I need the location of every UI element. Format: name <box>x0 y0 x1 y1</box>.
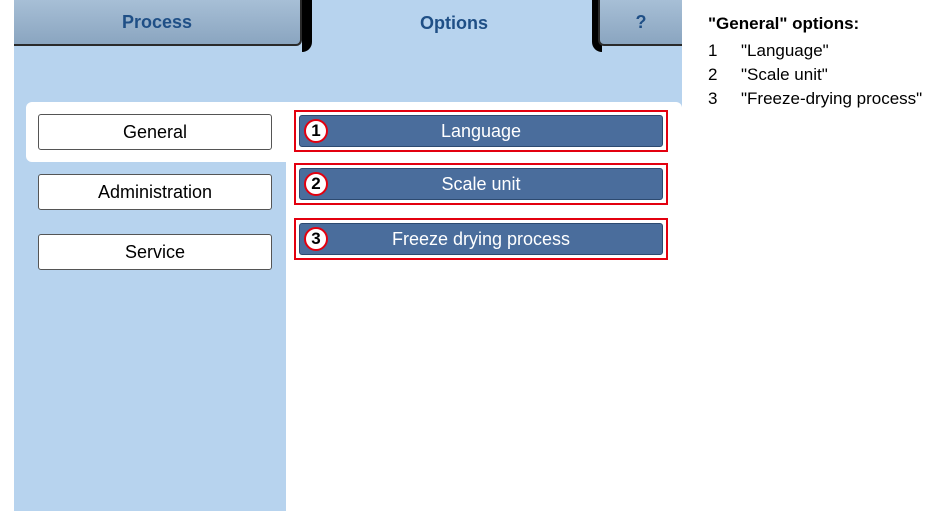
legend-number: 1 <box>708 41 718 60</box>
tab-options-label: Options <box>420 12 488 33</box>
legend-number: 3 <box>708 89 718 108</box>
nav-administration-button[interactable]: Administration <box>38 174 272 210</box>
option-freeze-drying-frame: 3 Freeze drying process <box>294 218 668 260</box>
callout-number-badge: 3 <box>304 227 328 251</box>
scale-unit-button[interactable]: 2 Scale unit <box>299 168 663 200</box>
legend-text: "Scale unit" <box>741 65 828 84</box>
tab-process-label: Process <box>121 11 193 32</box>
nav-service-label: Service <box>124 241 186 262</box>
option-language-frame: 1 Language <box>294 110 668 152</box>
callout-number-badge: 2 <box>304 172 328 196</box>
option-scale-unit-frame: 2 Scale unit <box>294 163 668 205</box>
legend-text: "Freeze-drying process" <box>741 89 923 108</box>
legend-text: "Language" <box>741 41 829 60</box>
nav-service-button[interactable]: Service <box>38 234 272 270</box>
scale-unit-button-label: Scale unit <box>441 173 521 194</box>
nav-general-button[interactable]: General <box>38 114 272 150</box>
language-button[interactable]: 1 Language <box>299 115 663 147</box>
help-icon: ? <box>635 11 647 32</box>
tab-options[interactable]: Options <box>314 0 594 46</box>
legend-title: "General" options: <box>708 14 860 33</box>
freeze-drying-process-button[interactable]: 3 Freeze drying process <box>299 223 663 255</box>
legend-item: 2 "Scale unit" <box>708 64 930 85</box>
language-button-label: Language <box>440 120 522 141</box>
tab-process[interactable]: Process <box>14 0 302 46</box>
nav-general-label: General <box>122 121 188 142</box>
freeze-drying-process-button-label: Freeze drying process <box>391 228 571 249</box>
legend-item: 1 "Language" <box>708 40 930 61</box>
tab-divider <box>302 0 312 52</box>
tab-help[interactable]: ? <box>598 0 682 46</box>
legend-item: 3 "Freeze-drying process" <box>708 88 930 109</box>
legend-number: 2 <box>708 65 718 84</box>
legend: "General" options: 1 "Language" 2 "Scale… <box>708 14 930 112</box>
nav-administration-label: Administration <box>97 181 213 202</box>
callout-number-badge: 1 <box>304 119 328 143</box>
